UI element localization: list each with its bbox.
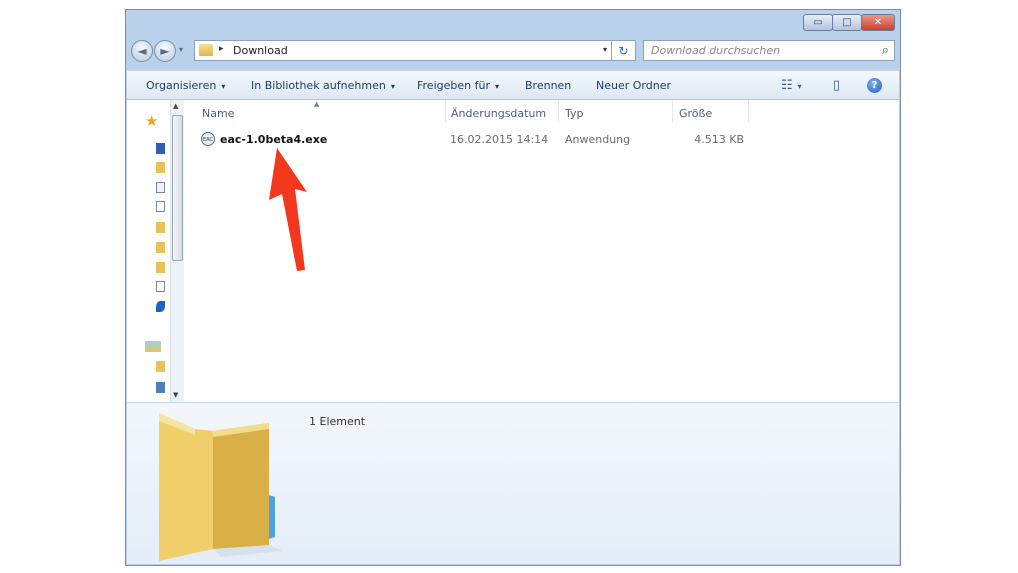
chevron-down-icon: ▾ — [221, 82, 226, 91]
folder-icon[interactable] — [156, 242, 165, 253]
include-library-label: In Bibliothek aufnehmen — [251, 79, 386, 92]
sort-ascending-icon: ▲ — [314, 100, 320, 108]
desktop-icon[interactable] — [156, 143, 165, 154]
details-pane: 1 Element — [127, 402, 899, 564]
item-count: 1 Element — [309, 415, 366, 428]
chevron-down-icon: ▾ — [390, 82, 395, 91]
forward-button[interactable]: ► — [154, 40, 176, 62]
chevron-down-icon: ▾ — [797, 82, 802, 91]
file-type: Anwendung — [565, 133, 631, 146]
network-icon[interactable] — [156, 182, 165, 193]
folder-icon[interactable] — [156, 262, 165, 273]
chevron-down-icon: ▾ — [494, 82, 499, 91]
back-button[interactable]: ◄ — [131, 40, 153, 62]
column-type-label: Typ — [565, 107, 584, 120]
breadcrumb-download[interactable]: Download — [233, 44, 288, 57]
preview-pane-button[interactable]: ▯ — [833, 78, 840, 93]
search-input[interactable]: Download durchsuchen ⌕ — [643, 40, 895, 61]
pictures-icon[interactable] — [156, 382, 165, 393]
column-header-type[interactable]: Typ — [559, 100, 672, 122]
breadcrumb-separator-icon[interactable]: ▸ — [219, 44, 224, 54]
navigation-pane: ★ — [127, 100, 170, 402]
forward-arrow-icon: ► — [160, 44, 170, 58]
explorer-window: ▭ □ ✕ ◄ ► ▾ ▸ Download ▾ ↻ Download durc… — [125, 9, 901, 566]
column-modified-label: Änderungsdatum — [451, 107, 547, 120]
column-header-name[interactable]: Name ▲ — [184, 100, 446, 122]
libraries-icon[interactable] — [145, 341, 161, 352]
address-bar[interactable]: ▸ Download ▾ — [194, 40, 612, 61]
share-label: Freigeben für — [417, 79, 490, 92]
organize-label: Organisieren — [146, 79, 217, 92]
large-folder-icon — [159, 413, 283, 561]
back-arrow-icon: ◄ — [137, 44, 147, 58]
close-button[interactable]: ✕ — [861, 14, 895, 31]
refresh-button[interactable]: ↻ — [612, 40, 636, 61]
scroll-thumb[interactable] — [172, 115, 183, 261]
preview-pane-icon: ▯ — [833, 78, 841, 93]
address-row: ◄ ► ▾ ▸ Download ▾ ↻ Download durchsuche… — [126, 38, 900, 70]
search-placeholder: Download durchsuchen — [651, 44, 781, 57]
folder-icon[interactable] — [156, 222, 165, 233]
scroll-up-icon[interactable]: ▲ — [173, 102, 178, 110]
maximize-button[interactable]: □ — [832, 14, 862, 31]
refresh-icon: ↻ — [618, 43, 629, 58]
application-icon: EAC — [201, 132, 215, 146]
burn-button[interactable]: Brennen — [525, 79, 571, 92]
new-folder-button[interactable]: Neuer Ordner — [596, 79, 671, 92]
column-header-modified[interactable]: Änderungsdatum — [446, 100, 559, 122]
organize-button[interactable]: Organisieren ▾ — [146, 79, 225, 92]
view-list-icon: ☷ — [781, 78, 793, 93]
document-icon[interactable] — [156, 201, 165, 212]
document-icon[interactable] — [156, 281, 165, 292]
file-size: 4.513 KB — [694, 133, 744, 146]
share-with-button[interactable]: Freigeben für ▾ — [417, 79, 499, 92]
folder-icon — [199, 44, 213, 56]
nav-scrollbar[interactable]: ▲ ▼ — [170, 100, 184, 402]
minimize-button[interactable]: ▭ — [803, 14, 833, 31]
scroll-down-icon[interactable]: ▼ — [173, 391, 178, 399]
column-size-label: Größe — [679, 107, 713, 120]
red-arrow-icon — [269, 148, 307, 271]
content-area: ★ ▲ ▼ Name ▲ Änderungsdatum Typ Größe EA… — [127, 100, 899, 402]
folder-icon[interactable] — [156, 361, 165, 372]
column-divider[interactable] — [748, 100, 749, 122]
file-modified: 16.02.2015 14:14 — [450, 133, 549, 146]
folder-icon[interactable] — [156, 162, 165, 173]
window-controls: ▭ □ ✕ — [803, 14, 895, 31]
recent-locations-dropdown[interactable]: ▾ — [179, 45, 183, 54]
command-bar: Organisieren ▾ In Bibliothek aufnehmen ▾ F… — [127, 70, 899, 100]
star-icon[interactable]: ★ — [145, 112, 158, 130]
column-name-label: Name — [202, 107, 235, 120]
address-history-dropdown[interactable]: ▾ — [603, 45, 607, 54]
file-name[interactable]: eac-1.0beta4.exe — [220, 133, 327, 146]
cloud-drive-icon[interactable] — [156, 301, 165, 312]
change-view-button[interactable]: ☷ ▾ — [781, 78, 802, 93]
column-header-size[interactable]: Größe — [673, 100, 749, 122]
title-bar: ▭ □ ✕ — [126, 10, 900, 38]
search-icon[interactable]: ⌕ — [882, 43, 889, 58]
help-icon[interactable]: ? — [867, 78, 882, 93]
include-in-library-button[interactable]: In Bibliothek aufnehmen ▾ — [251, 79, 395, 92]
